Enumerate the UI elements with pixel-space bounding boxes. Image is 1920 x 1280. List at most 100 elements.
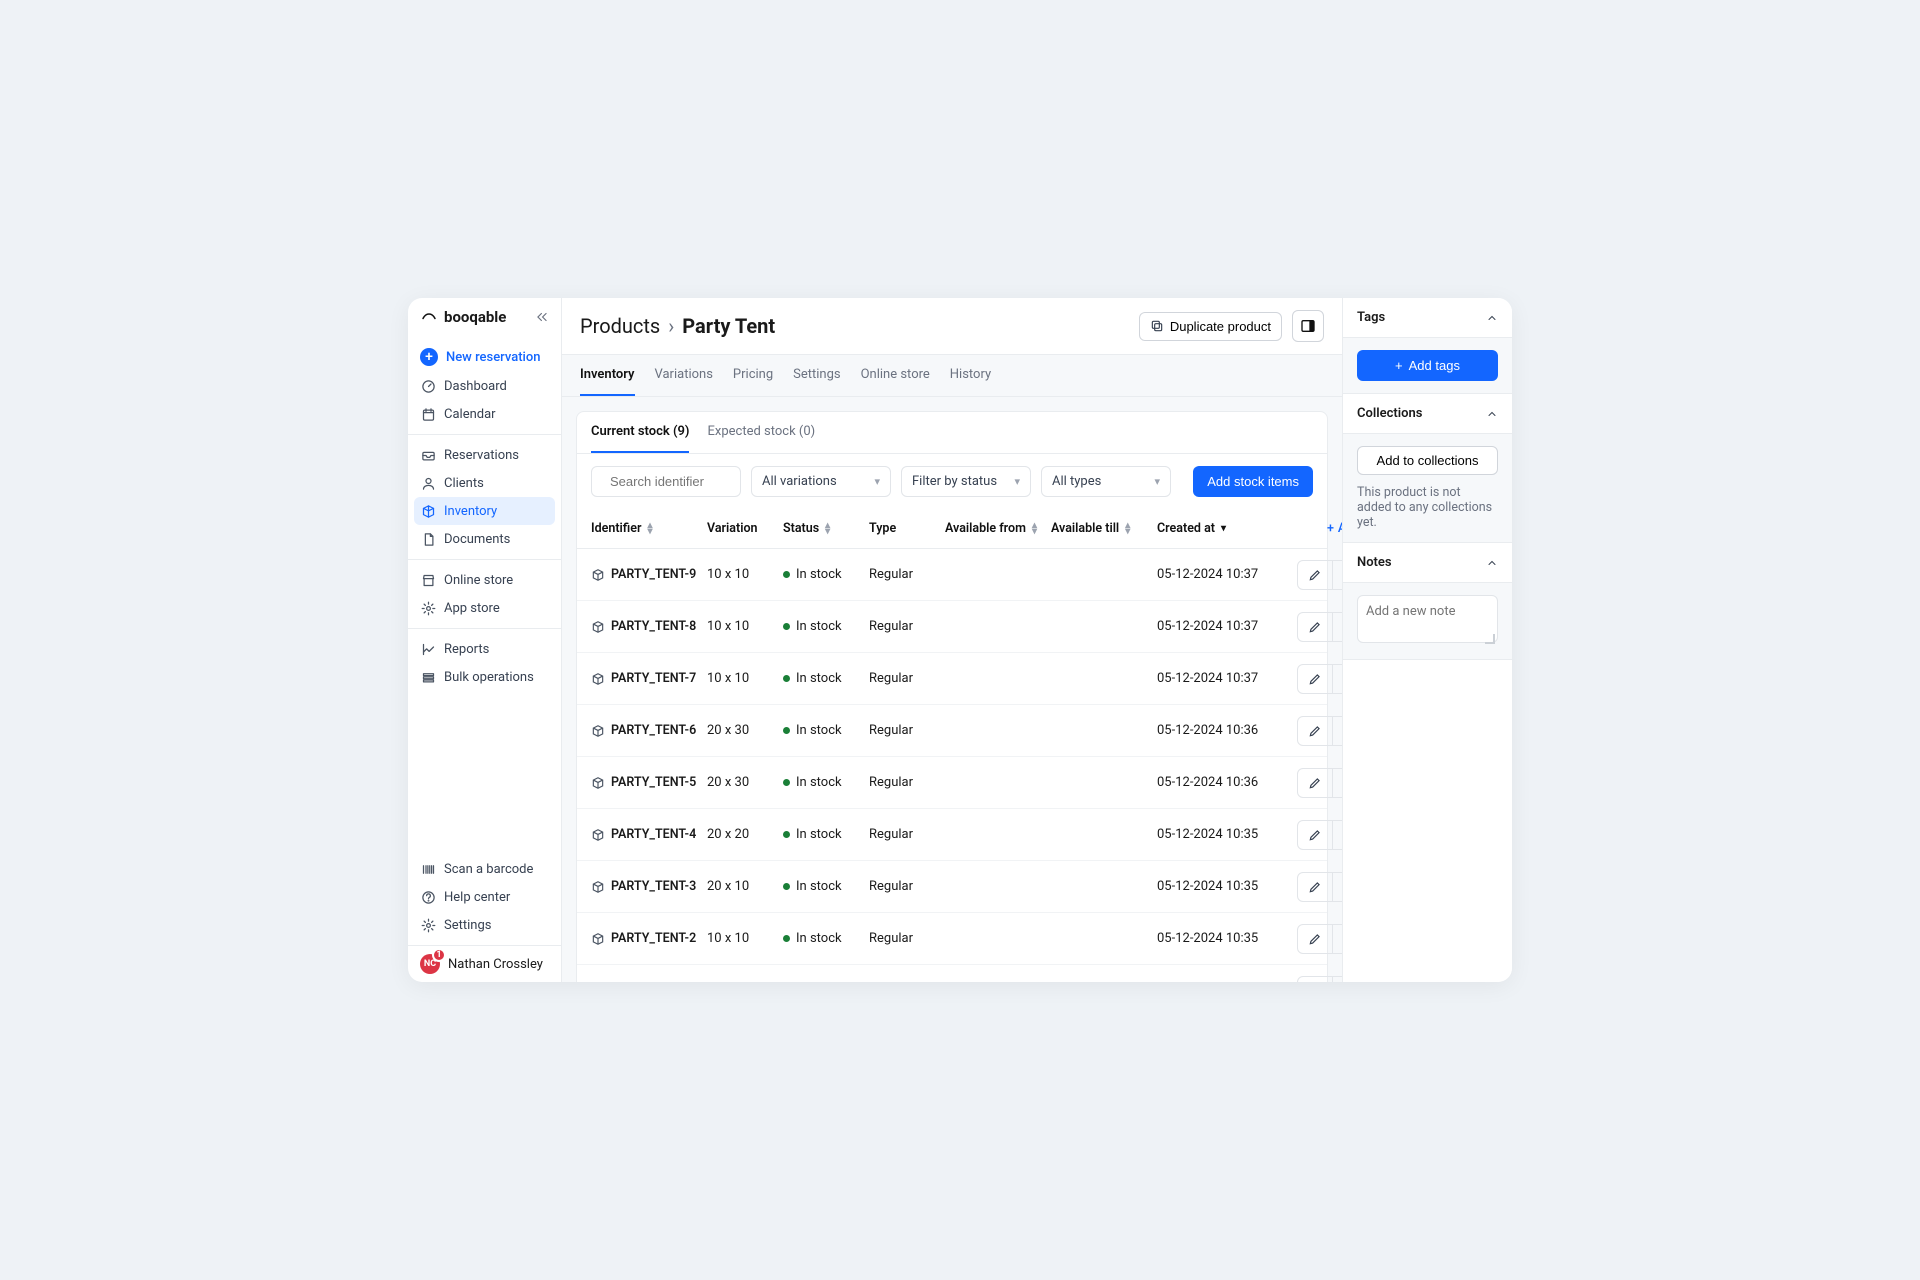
add-to-collections-button[interactable]: Add to collections <box>1357 446 1498 475</box>
sidebar-item-online-store[interactable]: Online store <box>408 566 561 594</box>
tab-current-stock[interactable]: Current stock (9) <box>591 412 689 453</box>
inventory-card: Current stock (9) Expected stock (0) All… <box>576 411 1328 982</box>
collections-title: Collections <box>1357 406 1422 421</box>
user-menu[interactable]: NC 1 Nathan Crossley <box>408 945 561 982</box>
barcode-row-button[interactable] <box>1333 716 1342 746</box>
edit-row-button[interactable] <box>1297 872 1333 902</box>
sidebar-item-inventory[interactable]: Inventory <box>414 497 555 525</box>
edit-row-button[interactable] <box>1297 924 1333 954</box>
add-column-button[interactable]: + Add column <box>1327 521 1342 536</box>
sidebar-item-documents[interactable]: Documents <box>408 525 561 553</box>
edit-row-button[interactable] <box>1297 716 1333 746</box>
cell-identifier[interactable]: PARTY_TENT-9 <box>591 567 701 582</box>
sidebar-item-label: Settings <box>444 918 491 933</box>
add-tags-button[interactable]: + Add tags <box>1357 350 1498 381</box>
col-type[interactable]: Type <box>869 521 939 536</box>
add-stock-items-button[interactable]: Add stock items <box>1193 466 1313 497</box>
tab-inventory[interactable]: Inventory <box>580 355 635 396</box>
col-available-till[interactable]: Available till ▴▾ <box>1051 521 1151 536</box>
duplicate-product-button[interactable]: Duplicate product <box>1139 312 1282 341</box>
edit-row-button[interactable] <box>1297 976 1333 982</box>
sidebar-item-settings[interactable]: Settings <box>408 911 561 939</box>
sidebar-item-bulk-operations[interactable]: Bulk operations <box>408 663 561 691</box>
barcode-row-button[interactable] <box>1333 924 1342 954</box>
sidebar-item-reports[interactable]: Reports <box>408 635 561 663</box>
breadcrumb-root[interactable]: Products <box>580 314 660 338</box>
right-panel: Tags + Add tags Collections Add to colle… <box>1342 298 1512 982</box>
search-identifier-wrap[interactable] <box>591 466 741 497</box>
tab-pricing[interactable]: Pricing <box>733 355 773 396</box>
barcode-row-button[interactable] <box>1333 872 1342 902</box>
barcode-row-button[interactable] <box>1333 768 1342 798</box>
cell-identifier[interactable]: PARTY_TENT-8 <box>591 619 701 634</box>
tab-history[interactable]: History <box>950 355 991 396</box>
sidebar-item-reservations[interactable]: Reservations <box>408 441 561 469</box>
tab-variations[interactable]: Variations <box>655 355 713 396</box>
filter-status-select[interactable]: Filter by status ▾ <box>901 466 1031 497</box>
pencil-icon <box>1308 568 1322 582</box>
tab-settings[interactable]: Settings <box>793 355 840 396</box>
sidebar-item-scan-a-barcode[interactable]: Scan a barcode <box>408 855 561 883</box>
col-available-from[interactable]: Available from ▴▾ <box>945 521 1045 536</box>
edit-row-button[interactable] <box>1297 612 1333 642</box>
status-dot-icon <box>783 935 790 942</box>
sidebar-item-app-store[interactable]: App store <box>408 594 561 622</box>
barcode-row-button[interactable] <box>1333 976 1342 982</box>
sidebar-item-label: Online store <box>444 573 513 588</box>
sort-icon: ▾ <box>1221 526 1226 532</box>
sidebar-item-dashboard[interactable]: Dashboard <box>408 372 561 400</box>
filter-types-label: All types <box>1052 474 1101 489</box>
tab-online-store[interactable]: Online store <box>861 355 930 396</box>
edit-row-button[interactable] <box>1297 820 1333 850</box>
col-status[interactable]: Status ▴▾ <box>783 521 863 536</box>
filter-status-label: Filter by status <box>912 474 997 489</box>
cell-created-at: 05-12-2024 10:36 <box>1157 723 1267 738</box>
barcode-row-button[interactable] <box>1333 664 1342 694</box>
cell-type: Regular <box>869 775 939 790</box>
col-variation[interactable]: Variation <box>707 521 777 536</box>
cube-icon <box>591 568 605 582</box>
chevron-up-icon <box>1486 557 1498 569</box>
cell-type: Regular <box>869 671 939 686</box>
calendar-icon <box>420 406 436 422</box>
table-row: PARTY_TENT-9 10 x 10 In stock Regular 05… <box>577 549 1327 601</box>
sidebar-item-label: Calendar <box>444 407 496 422</box>
table-row: PARTY_TENT-2 10 x 10 In stock Regular 05… <box>577 913 1327 965</box>
tab-expected-stock[interactable]: Expected stock (0) <box>707 412 815 453</box>
cell-created-at: 05-12-2024 10:35 <box>1157 827 1267 842</box>
sidebar-item-help-center[interactable]: Help center <box>408 883 561 911</box>
barcode-row-button[interactable] <box>1333 820 1342 850</box>
barcode-row-button[interactable] <box>1333 612 1342 642</box>
avatar: NC 1 <box>420 954 440 974</box>
barcode-row-button[interactable] <box>1333 560 1342 590</box>
tags-panel-header[interactable]: Tags <box>1343 298 1512 338</box>
edit-row-button[interactable] <box>1297 664 1333 694</box>
note-input[interactable] <box>1357 595 1498 643</box>
collections-panel-header[interactable]: Collections <box>1343 394 1512 434</box>
table-row: PARTY_TENT-4 20 x 20 In stock Regular 05… <box>577 809 1327 861</box>
col-created-at[interactable]: Created at ▾ <box>1157 521 1267 536</box>
status-dot-icon <box>783 831 790 838</box>
sidebar-item-label: Help center <box>444 890 510 905</box>
col-identifier[interactable]: Identifier ▴▾ <box>591 521 701 536</box>
cell-identifier[interactable]: PARTY_TENT-2 <box>591 931 701 946</box>
barcode-icon <box>420 861 436 877</box>
toggle-sidepanel-button[interactable] <box>1292 310 1324 342</box>
filter-types-select[interactable]: All types ▾ <box>1041 466 1171 497</box>
notes-panel-header[interactable]: Notes <box>1343 543 1512 583</box>
cell-identifier[interactable]: PARTY_TENT-3 <box>591 879 701 894</box>
cell-identifier[interactable]: PARTY_TENT-4 <box>591 827 701 842</box>
cell-identifier[interactable]: PARTY_TENT-5 <box>591 775 701 790</box>
new-reservation-button[interactable]: + New reservation <box>408 342 561 372</box>
cell-identifier[interactable]: PARTY_TENT-6 <box>591 723 701 738</box>
brand-logo[interactable]: booqable <box>420 308 506 326</box>
cube-icon <box>591 776 605 790</box>
filter-variations-select[interactable]: All variations ▾ <box>751 466 891 497</box>
sidebar-item-calendar[interactable]: Calendar <box>408 400 561 428</box>
cell-identifier[interactable]: PARTY_TENT-7 <box>591 671 701 686</box>
tray-icon <box>420 447 436 463</box>
sidebar-item-clients[interactable]: Clients <box>408 469 561 497</box>
edit-row-button[interactable] <box>1297 560 1333 590</box>
collapse-sidebar-icon[interactable] <box>535 310 549 324</box>
edit-row-button[interactable] <box>1297 768 1333 798</box>
